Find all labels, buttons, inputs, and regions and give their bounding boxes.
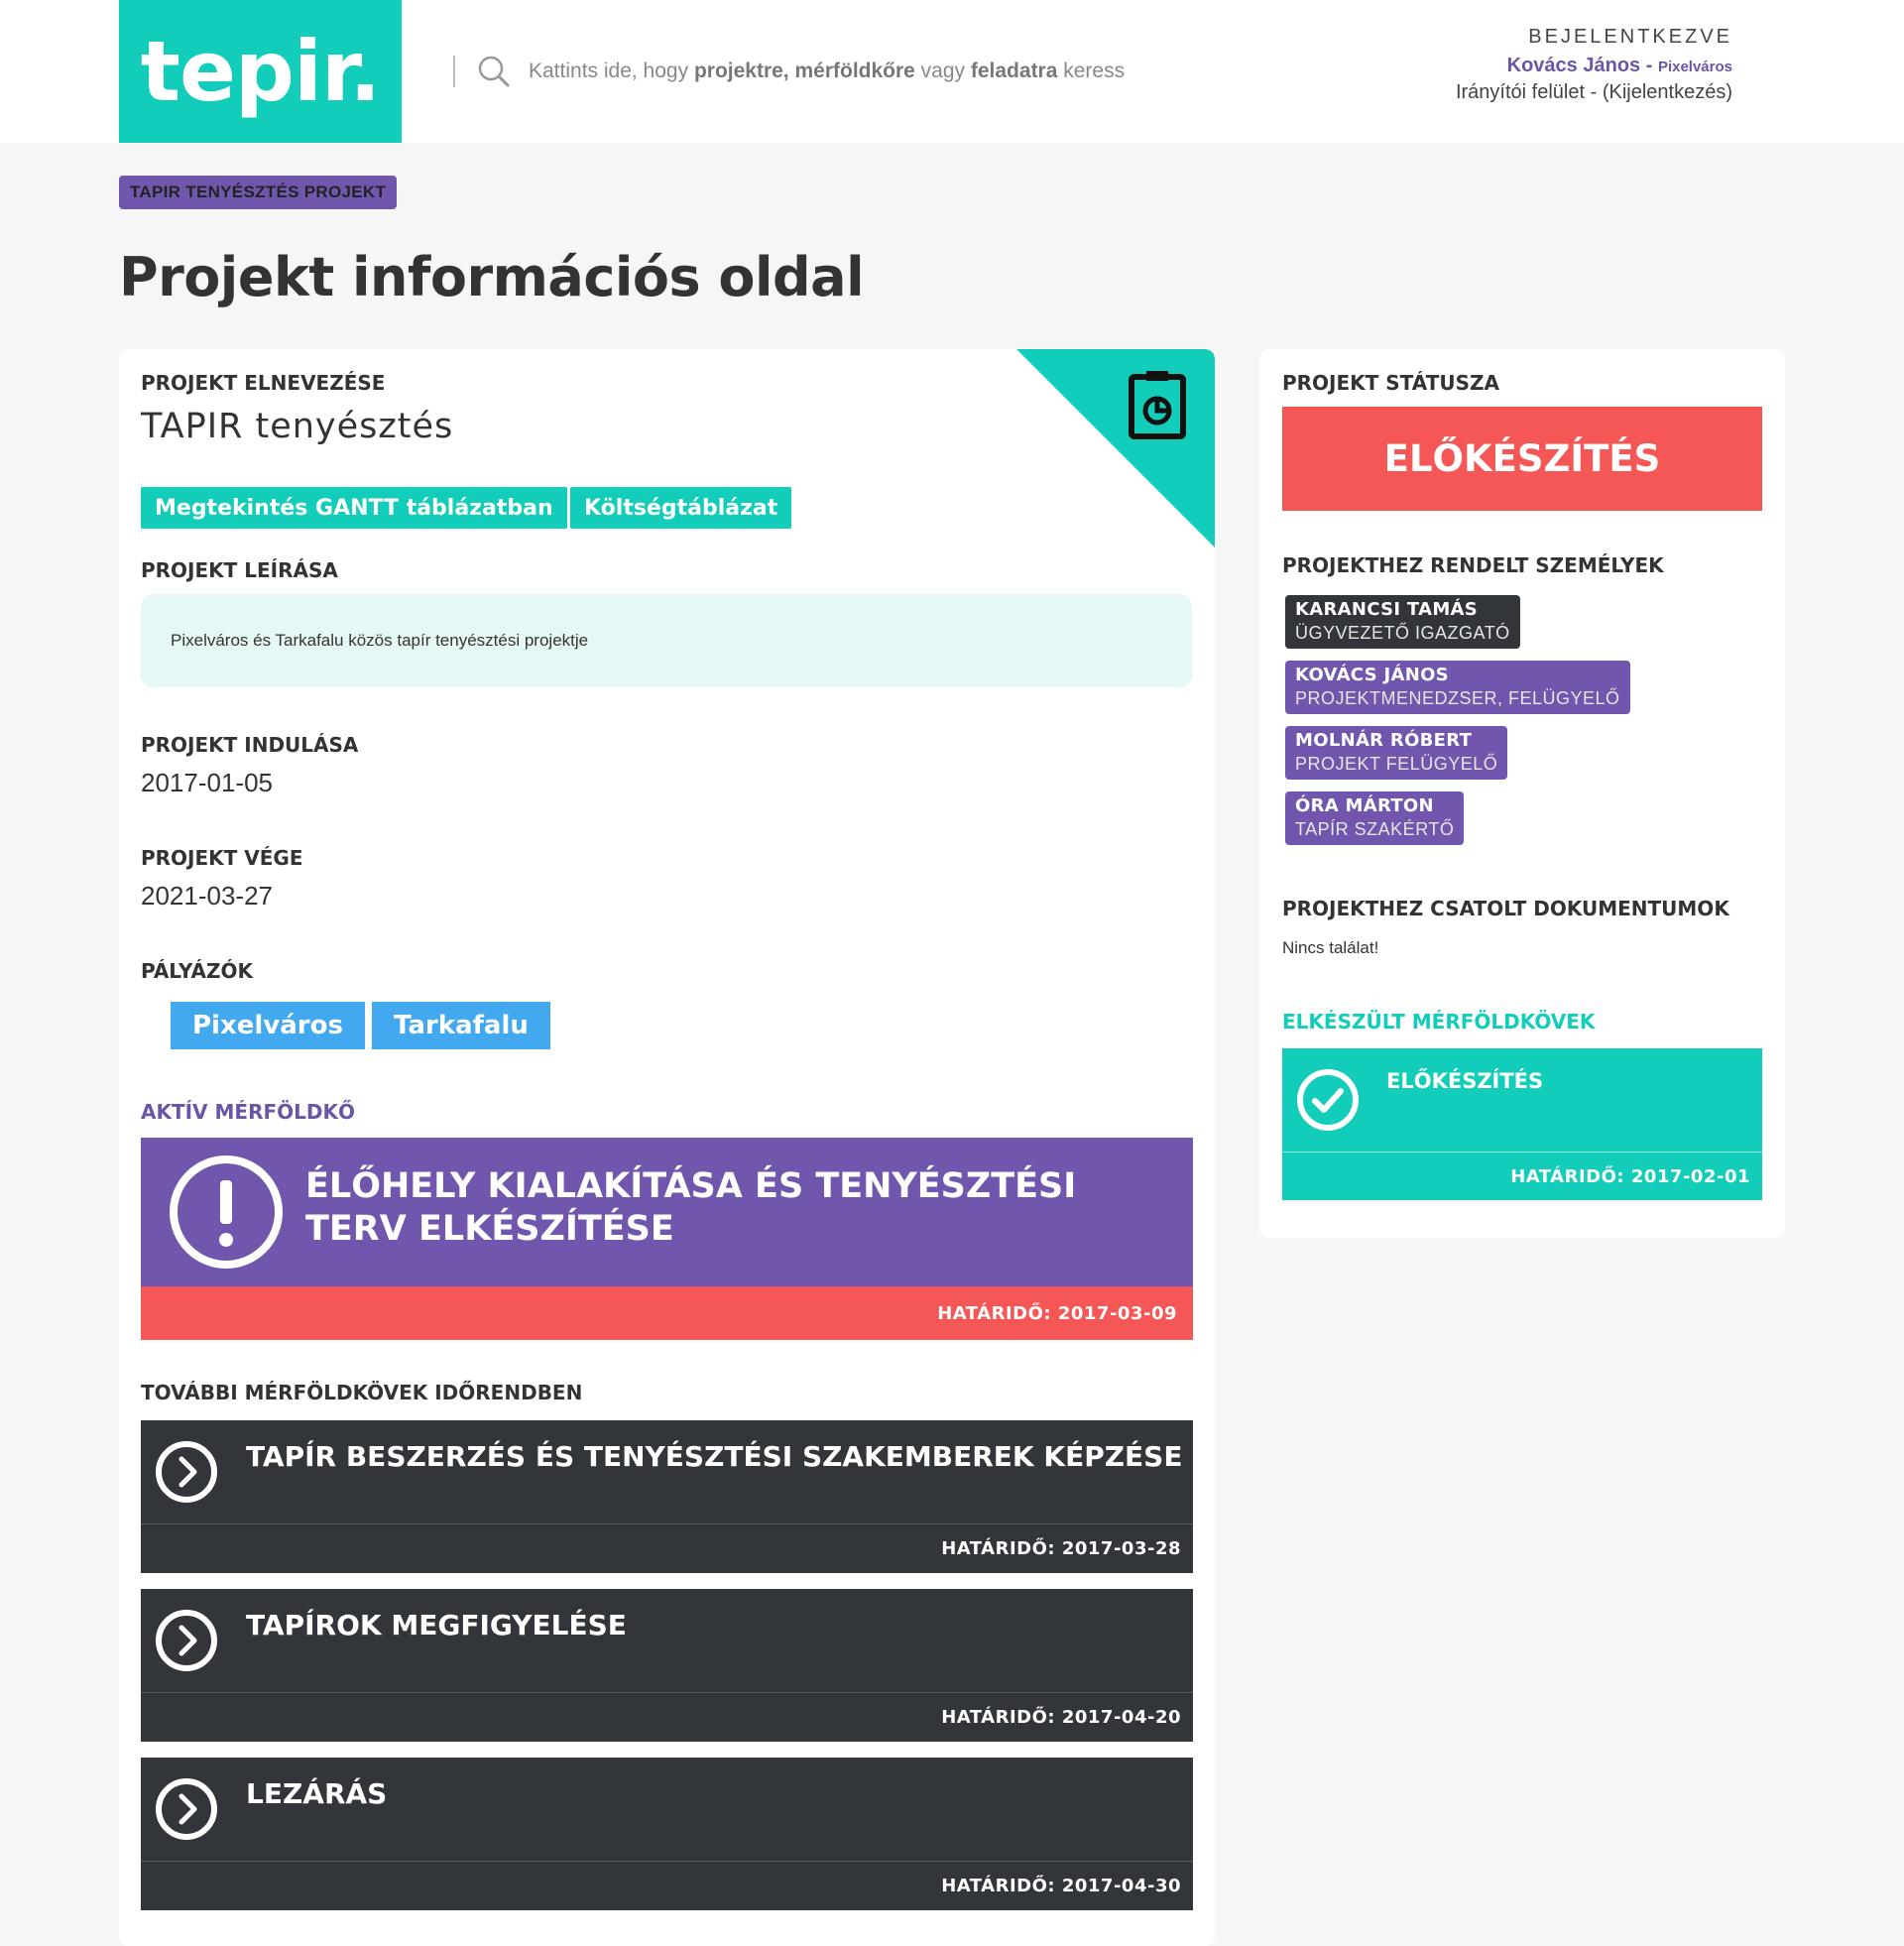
person-tag[interactable]: ÓRA MÁRTON TAPÍR SZAKÉRTŐ [1285, 791, 1465, 845]
completed-milestone-title: ELŐKÉSZÍTÉS [1386, 1069, 1544, 1093]
project-name: TAPIR tenyésztés [141, 407, 454, 446]
search-divider [453, 56, 455, 87]
search-icon [478, 56, 510, 87]
milestone-header: LEZÁRÁS [141, 1758, 1193, 1861]
milestone-deadline: HATÁRIDŐ: 2017-04-30 [141, 1862, 1193, 1910]
person-tag[interactable]: KOVÁCS JÁNOS PROJEKTMENEDZSER, FELÜGYELŐ [1285, 661, 1630, 714]
milestone-header: TAPÍR BESZERZÉS ÉS TENYÉSZTÉSI SZAKEMBER… [141, 1420, 1193, 1523]
exclamation-circle-icon [170, 1155, 283, 1269]
milestone-title: TAPÍROK MEGFIGYELÉSE [246, 1609, 627, 1642]
milestone-item[interactable]: TAPÍROK MEGFIGYELÉSE HATÁRIDŐ: 2017-04-2… [141, 1589, 1193, 1742]
chevron-right-circle-icon [156, 1778, 217, 1840]
status-badge: ELŐKÉSZÍTÉS [1282, 407, 1762, 511]
milestone-item[interactable]: LEZÁRÁS HATÁRIDŐ: 2017-04-30 [141, 1758, 1193, 1910]
milestone-title: LEZÁRÁS [246, 1777, 388, 1810]
dashboard-link[interactable]: Irányítói felület [1456, 81, 1585, 103]
person-name: KARANCSI TAMÁS [1295, 599, 1479, 620]
description-text: Pixelváros és Tarkafalu közös tapír teny… [171, 631, 589, 650]
person-role: TAPÍR SZAKÉRTŐ [1295, 819, 1455, 839]
user-links: Irányítói felület - (Kijelentkezés) [1455, 81, 1732, 103]
milestone-item[interactable]: TAPÍR BESZERZÉS ÉS TENYÉSZTÉSI SZAKEMBER… [141, 1420, 1193, 1573]
person-tag[interactable]: KARANCSI TAMÁS ÜGYVEZETŐ IGAZGATÓ [1285, 595, 1520, 649]
milestone-header: TAPÍROK MEGFIGYELÉSE [141, 1589, 1193, 1692]
milestone-title: TAPÍR BESZERZÉS ÉS TENYÉSZTÉSI SZAKEMBER… [246, 1440, 1183, 1473]
cost-table-button[interactable]: Költségtáblázat [570, 487, 792, 529]
active-milestone-label: AKTÍV MÉRFÖLDKŐ [141, 1100, 355, 1124]
description-box: Pixelváros és Tarkafalu közös tapír teny… [141, 594, 1192, 687]
further-milestones-label: TOVÁBBI MÉRFÖLDKÖVEK IDŐRENDBEN [141, 1381, 583, 1404]
completed-milestone[interactable]: ELŐKÉSZÍTÉS HATÁRIDŐ: 2017-02-01 [1282, 1048, 1762, 1200]
applicants-label: PÁLYÁZÓK [141, 959, 253, 983]
milestone-deadline: HATÁRIDŐ: 2017-04-20 [141, 1693, 1193, 1742]
status-label: PROJEKT STÁTUSZA [1282, 371, 1499, 395]
search-bar[interactable]: Kattints ide, hogy projektre, mérföldkőr… [453, 52, 1125, 91]
person-role: PROJEKT FELÜGYELŐ [1295, 754, 1498, 774]
project-sidebar-card: PROJEKT STÁTUSZA ELŐKÉSZÍTÉS PROJEKTHEZ … [1259, 349, 1785, 1238]
user-city: Pixelváros [1657, 59, 1732, 75]
gantt-button[interactable]: Megtekintés GANTT táblázatban [141, 487, 567, 529]
end-date: 2021-03-27 [141, 881, 273, 911]
top-header: tepir. Kattints ide, hogy projektre, mér… [0, 0, 1904, 143]
people-label: PROJEKTHEZ RENDELT SZEMÉLYEK [1282, 553, 1664, 577]
chevron-right-circle-icon [156, 1610, 217, 1671]
logo[interactable]: tepir. [119, 0, 402, 143]
person-role: ÜGYVEZETŐ IGAZGATÓ [1295, 623, 1510, 643]
applicant-tag[interactable]: Tarkafalu [372, 1002, 550, 1049]
check-circle-icon [1297, 1069, 1359, 1131]
completed-milestone-header: ELŐKÉSZÍTÉS [1282, 1048, 1762, 1152]
completed-milestone-deadline: HATÁRIDŐ: 2017-02-01 [1282, 1153, 1762, 1200]
breadcrumb[interactable]: TAPIR TENYÉSZTÉS PROJEKT [119, 176, 398, 209]
description-label: PROJEKT LEÍRÁSA [141, 558, 338, 582]
logo-text: tepir. [140, 23, 381, 120]
active-milestone-deadline: HATÁRIDŐ: 2017-03-09 [141, 1286, 1193, 1340]
documents-label: PROJEKTHEZ CSATOLT DOKUMENTUMOK [1282, 897, 1729, 920]
project-info-card: PROJEKT ELNEVEZÉSE TAPIR tenyésztés Megt… [119, 349, 1215, 1946]
logout-link[interactable]: (Kijelentkezés) [1603, 81, 1732, 103]
start-date: 2017-01-05 [141, 768, 273, 797]
person-name: KOVÁCS JÁNOS [1295, 665, 1449, 685]
chevron-right-circle-icon [156, 1441, 217, 1503]
active-milestone[interactable]: ÉLŐHELY KIALAKÍTÁSA ÉS TENYÉSZTÉSI TERV … [141, 1138, 1193, 1340]
milestone-deadline: HATÁRIDŐ: 2017-03-28 [141, 1524, 1193, 1573]
page-title: Projekt információs oldal [119, 246, 865, 308]
documents-empty-text: Nincs találat! [1282, 938, 1379, 957]
logged-in-label: BEJELENTKEZVE [1528, 26, 1732, 48]
end-label: PROJEKT VÉGE [141, 846, 303, 870]
active-milestone-header: ÉLŐHELY KIALAKÍTÁSA ÉS TENYÉSZTÉSI TERV … [141, 1138, 1193, 1286]
person-name: ÓRA MÁRTON [1295, 795, 1434, 816]
start-label: PROJEKT INDULÁSA [141, 733, 359, 757]
applicant-tag[interactable]: Pixelváros [171, 1002, 365, 1049]
completed-milestones-label: ELKÉSZÜLT MÉRFÖLDKÖVEK [1282, 1010, 1596, 1034]
person-tag[interactable]: MOLNÁR RÓBERT PROJEKT FELÜGYELŐ [1285, 726, 1508, 780]
user-name: Kovács János - Pixelváros [1506, 55, 1732, 76]
project-name-label: PROJEKT ELNEVEZÉSE [141, 371, 386, 395]
person-role: PROJEKTMENEDZSER, FELÜGYELŐ [1295, 688, 1620, 708]
active-milestone-title: ÉLŐHELY KIALAKÍTÁSA ÉS TENYÉSZTÉSI TERV … [305, 1166, 1077, 1249]
corner-decoration [1016, 349, 1215, 547]
search-placeholder[interactable]: Kattints ide, hogy projektre, mérföldkőr… [529, 60, 1125, 83]
person-name: MOLNÁR RÓBERT [1295, 730, 1473, 751]
user-box: BEJELENTKEZVE Kovács János - Pixelváros … [1456, 26, 1732, 104]
